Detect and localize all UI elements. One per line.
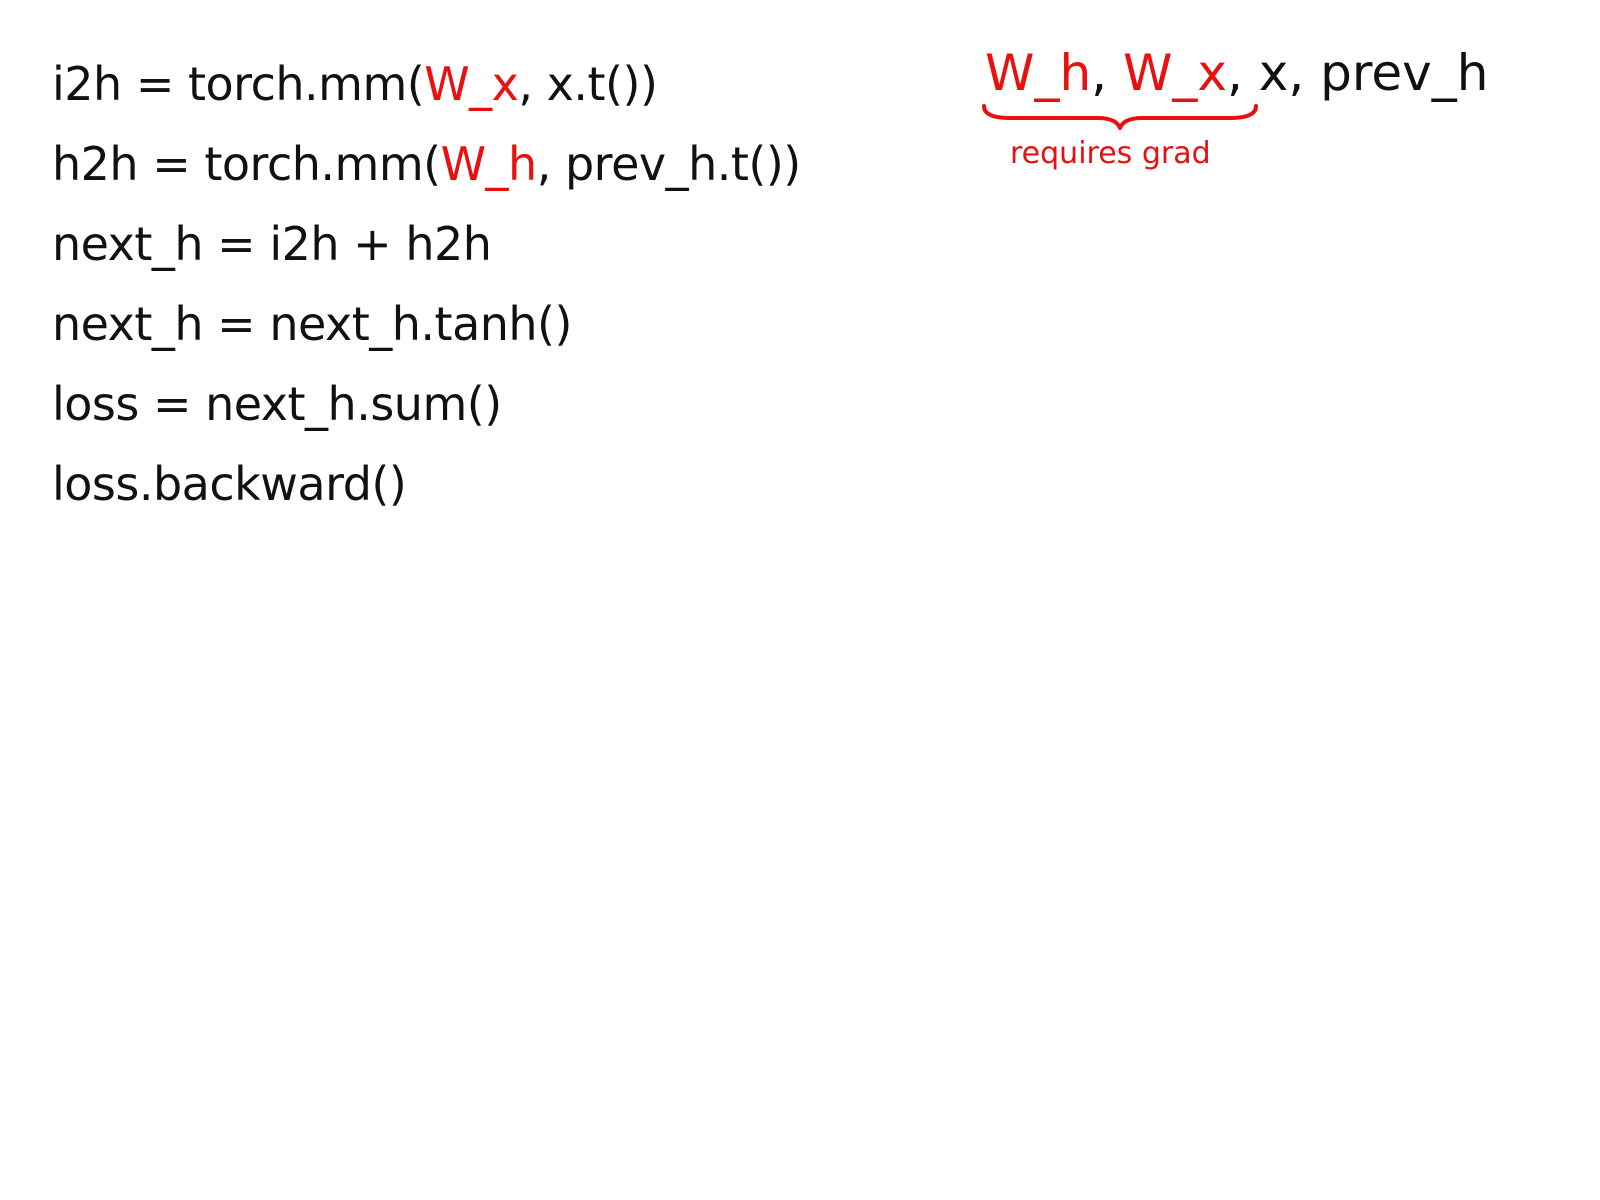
code-text: loss.backward() — [52, 457, 407, 511]
code-line-loss: loss = next_h.sum() — [52, 364, 852, 444]
var-w-x: W_x — [1122, 44, 1227, 102]
code-text: , x.t()) — [518, 57, 658, 111]
w-h-highlight: W_h — [440, 137, 538, 191]
code-text: loss = next_h.sum() — [52, 377, 502, 431]
var-prev-h: prev_h — [1320, 44, 1489, 102]
variables-line: W_h, W_x, x, prev_h — [985, 38, 1488, 108]
code-line-i2h: i2h = torch.mm(W_x, x.t()) — [52, 44, 852, 124]
code-line-next-h-sum: next_h = i2h + h2h — [52, 204, 852, 284]
code-text: , prev_h.t()) — [536, 137, 802, 191]
code-block: i2h = torch.mm(W_x, x.t()) h2h = torch.m… — [52, 44, 852, 524]
curly-brace — [982, 104, 1258, 130]
var-separator: , — [1091, 44, 1123, 102]
w-x-highlight: W_x — [424, 57, 519, 111]
requires-grad-label: requires grad — [1010, 136, 1211, 171]
code-text: h2h = torch.mm( — [52, 137, 441, 191]
code-line-h2h: h2h = torch.mm(W_h, prev_h.t()) — [52, 124, 852, 204]
code-line-backward: loss.backward() — [52, 444, 852, 524]
var-w-h: W_h — [985, 44, 1092, 102]
var-separator: , — [1288, 44, 1321, 102]
var-separator: , — [1226, 44, 1259, 102]
code-text: next_h = i2h + h2h — [52, 217, 492, 271]
whiteboard-canvas: i2h = torch.mm(W_x, x.t()) h2h = torch.m… — [0, 0, 1600, 1200]
var-x: x — [1258, 44, 1289, 102]
code-text: i2h = torch.mm( — [52, 57, 425, 111]
code-text: next_h = next_h.tanh() — [52, 297, 572, 351]
code-line-tanh: next_h = next_h.tanh() — [52, 284, 852, 364]
